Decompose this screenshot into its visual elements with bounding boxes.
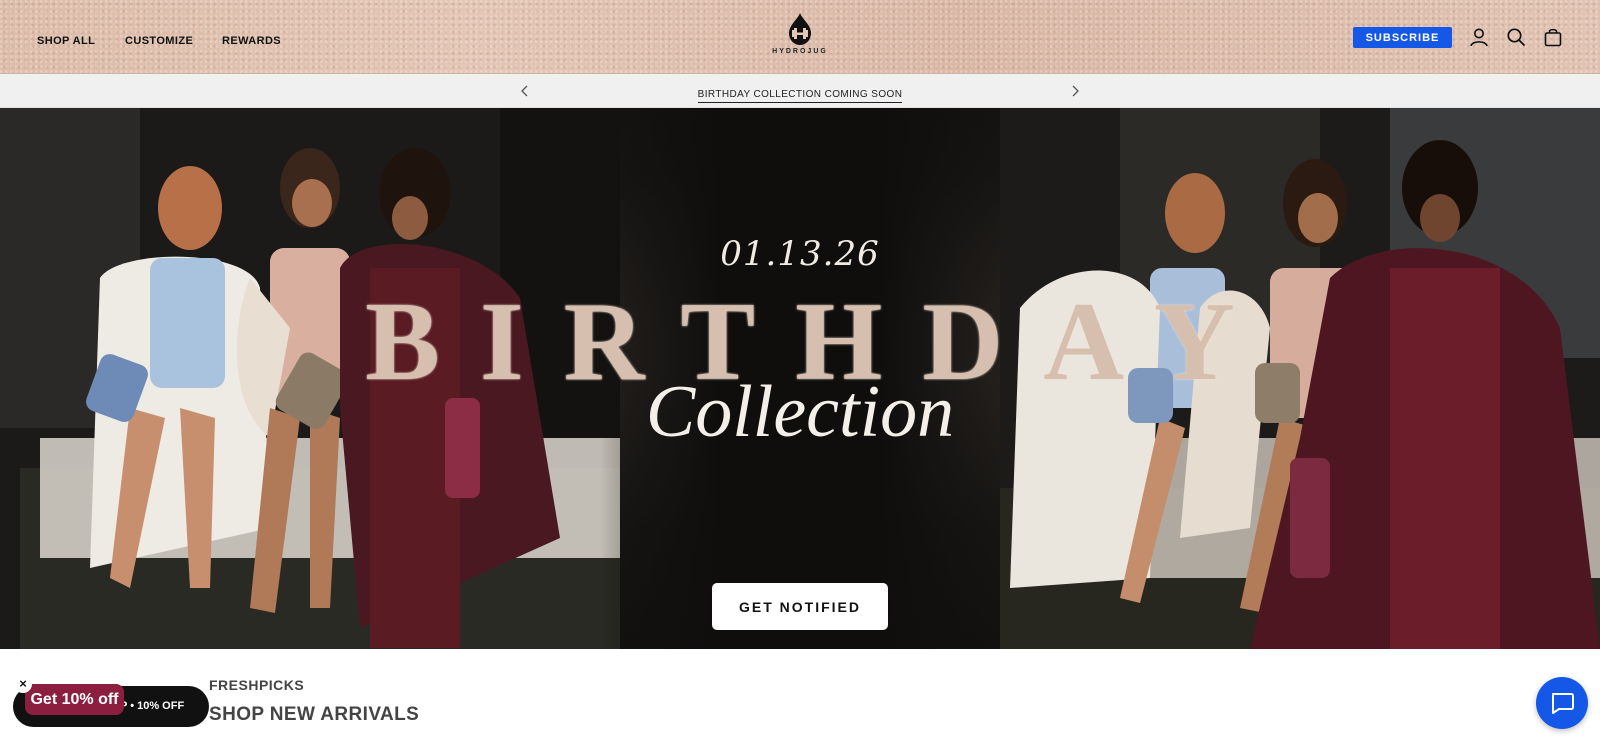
search-icon[interactable]	[1505, 26, 1527, 48]
promo-close-button[interactable]: ×	[14, 675, 32, 693]
brand-logo[interactable]: HYDROJUG	[768, 12, 832, 64]
promo-pill-text: P • 10% OFF	[120, 700, 185, 712]
cart-icon[interactable]	[1542, 26, 1564, 48]
chat-launcher-button[interactable]	[1536, 677, 1588, 729]
chat-bubble-icon	[1552, 693, 1574, 714]
account-icon[interactable]	[1468, 26, 1490, 48]
section-title: SHOP NEW ARRIVALS	[209, 704, 420, 725]
nav-customize[interactable]: CUSTOMIZE	[125, 31, 193, 49]
nav-shop-all[interactable]: SHOP ALL	[37, 31, 95, 49]
get-notified-button[interactable]: GET NOTIFIED	[712, 583, 888, 630]
announcement-link[interactable]: BIRTHDAY COLLECTION COMING SOON	[697, 89, 903, 103]
chevron-right-icon[interactable]	[1067, 83, 1083, 99]
announcement-bar: BIRTHDAY COLLECTION COMING SOON	[0, 74, 1600, 108]
hero-date: 01.13.26	[720, 234, 880, 274]
logo-wordmark: HYDROJUG	[772, 48, 828, 55]
water-drop-logo-icon	[789, 13, 811, 45]
announcement-text-wrap: BIRTHDAY COLLECTION COMING SOON	[0, 84, 1600, 103]
hero-banner[interactable]: 01.13.26 BIRTHDAY Collection	[0, 108, 1600, 649]
nav-rewards[interactable]: REWARDS	[222, 31, 281, 49]
promo-badge-button[interactable]: Get 10% off	[25, 684, 124, 715]
subscribe-button[interactable]: SUBSCRIBE	[1353, 27, 1452, 48]
hero-subtitle: Collection	[645, 371, 955, 453]
section-eyebrow: FRESHPICKS	[209, 677, 305, 693]
site-header: SHOP ALL CUSTOMIZE REWARDS HYDROJUG SUBS…	[0, 0, 1600, 74]
